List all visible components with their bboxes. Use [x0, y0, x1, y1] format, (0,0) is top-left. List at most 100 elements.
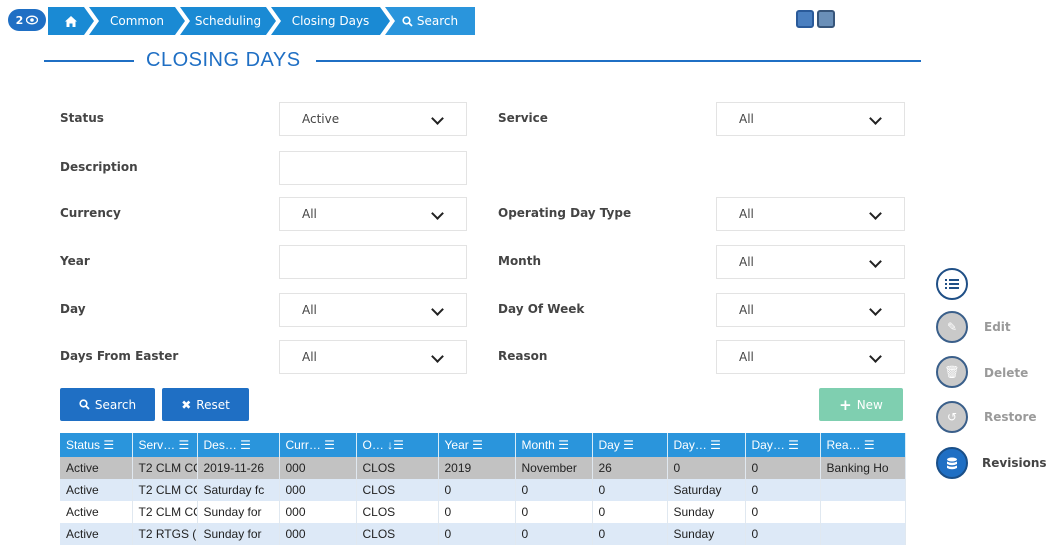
table-cell: Active	[60, 457, 133, 479]
search-button-label: Search	[94, 397, 137, 412]
service-label: Service	[498, 111, 548, 125]
reset-button[interactable]: ✖ Reset	[162, 388, 249, 421]
table-cell: T2 CLM CC	[132, 457, 198, 479]
breadcrumb-common[interactable]: Common	[89, 7, 185, 35]
column-header-status[interactable]: Status ☰	[60, 433, 133, 457]
table-cell: 0	[438, 523, 516, 545]
column-header-currency[interactable]: Curr… ☰	[279, 433, 357, 457]
year-input[interactable]	[279, 245, 467, 279]
view-count-badge[interactable]: 2	[8, 9, 46, 31]
year-label: Year	[60, 254, 90, 268]
breadcrumb-label: Search	[416, 14, 459, 28]
table-cell: 0	[438, 501, 516, 523]
column-header-year[interactable]: Year ☰	[438, 433, 516, 457]
description-input[interactable]	[279, 151, 467, 185]
day-select[interactable]: All	[279, 293, 467, 327]
plus-icon: +	[839, 395, 852, 414]
month-value: All	[739, 255, 754, 269]
status-value: Active	[302, 112, 340, 126]
table-cell: Active	[60, 523, 133, 545]
table-cell: CLOS	[356, 457, 439, 479]
table-row[interactable]: Active T2 RTGS ( Sunday for 000 CLOS 0 0…	[60, 523, 906, 545]
new-button-label: New	[856, 397, 883, 412]
reason-select[interactable]: All	[716, 340, 905, 374]
page-title: CLOSING DAYS	[146, 49, 301, 71]
column-header-description[interactable]: Des… ☰	[197, 433, 280, 457]
revisions-label: Revisions	[982, 456, 1047, 470]
list-view-button[interactable]	[936, 268, 968, 300]
table-cell: 0	[592, 501, 668, 523]
day-label: Day	[60, 302, 86, 316]
month-select[interactable]: All	[716, 245, 905, 279]
print-icon[interactable]	[817, 10, 835, 28]
reason-value: All	[739, 350, 754, 364]
table-cell: T2 RTGS (	[132, 523, 198, 545]
table-cell: 000	[279, 457, 357, 479]
table-cell	[820, 479, 906, 501]
table-cell: 0	[438, 479, 516, 501]
title-rule-left	[44, 60, 134, 62]
edit-button[interactable]: ✎	[936, 311, 968, 343]
table-cell: 2019-11-26	[197, 457, 280, 479]
currency-select[interactable]: All	[279, 197, 467, 231]
day-of-week-value: All	[739, 303, 754, 317]
breadcrumb-home[interactable]	[48, 7, 94, 35]
table-cell: CLOS	[356, 501, 439, 523]
table-cell: T2 CLM CC	[132, 501, 198, 523]
column-header-service[interactable]: Serv… ☰	[132, 433, 198, 457]
search-button[interactable]: Search	[60, 388, 155, 421]
month-label: Month	[498, 254, 542, 268]
column-header-reason[interactable]: Rea… ☰	[820, 433, 906, 457]
column-header-month[interactable]: Month ☰	[515, 433, 593, 457]
table-row[interactable]: Active T2 CLM CC Saturday fc 000 CLOS 0 …	[60, 479, 906, 501]
breadcrumb-label: Common	[109, 14, 165, 28]
table-row[interactable]: Active T2 CLM CC 2019-11-26 000 CLOS 201…	[60, 457, 906, 479]
breadcrumb-search[interactable]: Search	[385, 7, 475, 35]
reset-button-label: Reset	[196, 397, 230, 412]
edit-icon: ✎	[946, 320, 958, 334]
operating-day-type-value: All	[739, 207, 754, 221]
table-cell: 0	[515, 479, 593, 501]
view-count: 2	[15, 13, 24, 27]
table-cell: Sunday	[667, 501, 746, 523]
breadcrumb-closing-days[interactable]: Closing Days	[271, 7, 390, 35]
restore-icon: ↺	[946, 410, 958, 424]
table-cell: 2019	[438, 457, 516, 479]
days-from-easter-value: All	[302, 350, 317, 364]
currency-value: All	[302, 207, 317, 221]
table-row[interactable]: Active T2 CLM CC Sunday for 000 CLOS 0 0…	[60, 501, 906, 523]
new-button[interactable]: + New	[819, 388, 903, 421]
table-cell: Sunday	[667, 523, 746, 545]
table-cell: CLOS	[356, 523, 439, 545]
column-header-day[interactable]: Day ☰	[592, 433, 668, 457]
column-header-day-of-week[interactable]: Day… ☰	[667, 433, 746, 457]
day-of-week-label: Day Of Week	[498, 302, 585, 316]
table-cell: Saturday fc	[197, 479, 280, 501]
status-select[interactable]: Active	[279, 102, 467, 136]
column-header-days-from-easter[interactable]: Day… ☰	[745, 433, 821, 457]
days-from-easter-select[interactable]: All	[279, 340, 467, 374]
save-icon[interactable]	[796, 10, 814, 28]
table-cell: 0	[515, 523, 593, 545]
eye-icon	[26, 15, 39, 25]
revisions-button[interactable]	[936, 447, 968, 479]
service-select[interactable]: All	[716, 102, 905, 136]
day-of-week-select[interactable]: All	[716, 293, 905, 327]
table-cell: 0	[745, 457, 821, 479]
close-icon: ✖	[181, 397, 192, 412]
operating-day-type-label: Operating Day Type	[498, 206, 632, 220]
restore-button[interactable]: ↺	[936, 401, 968, 433]
table-cell: 0	[745, 523, 821, 545]
table-cell: Sunday for	[197, 501, 280, 523]
restore-label: Restore	[984, 410, 1037, 424]
table-cell: CLOS	[356, 479, 439, 501]
title-rule-right	[316, 60, 921, 62]
table-cell: 000	[279, 479, 357, 501]
delete-button[interactable]: 🗑	[936, 356, 968, 388]
table-cell: 000	[279, 501, 357, 523]
breadcrumb-scheduling[interactable]: Scheduling	[180, 7, 276, 35]
operating-day-type-select[interactable]: All	[716, 197, 905, 231]
day-value: All	[302, 303, 317, 317]
column-header-operating-day-type[interactable]: O… ↓☰	[356, 433, 439, 457]
currency-label: Currency	[60, 206, 121, 220]
